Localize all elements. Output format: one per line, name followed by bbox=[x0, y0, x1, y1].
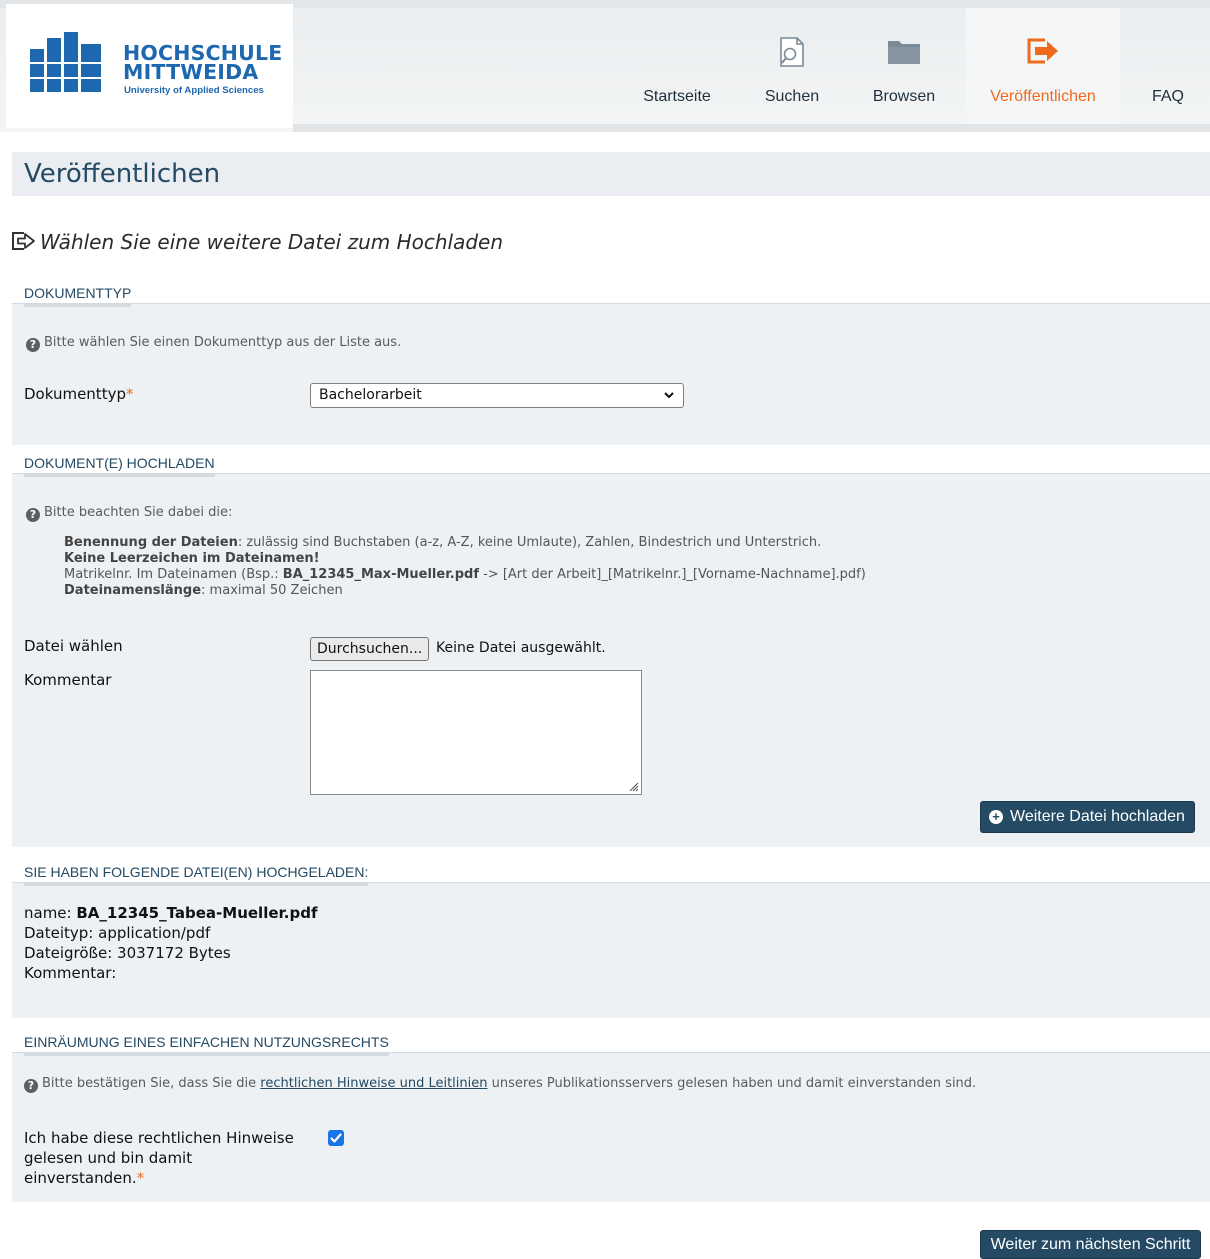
required-marker: * bbox=[136, 1169, 145, 1187]
uploaded-type-line: Dateityp: application/pdf bbox=[24, 924, 211, 942]
agree-label-text: Ich habe diese rechtlichen Hinweise gele… bbox=[24, 1129, 294, 1187]
agree-label: Ich habe diese rechtlichen Hinweise gele… bbox=[24, 1128, 294, 1188]
doctype-section: DOKUMENTTYP ? Bitte wählen Sie einen Doku… bbox=[12, 283, 1210, 445]
nav-label: Startseite bbox=[643, 88, 711, 105]
chevron-down-icon bbox=[664, 392, 674, 399]
doctype-help: ? Bitte wählen Sie einen Dokumenttyp aus … bbox=[26, 335, 401, 352]
search-document-icon bbox=[780, 37, 804, 67]
filename-rules: Benennung der Dateien: zulässig sind Buc… bbox=[64, 535, 866, 599]
doctype-label: Dokumenttyp* bbox=[24, 385, 133, 403]
upload-help: ? Bitte beachten Sie dabei die: bbox=[26, 505, 232, 522]
resize-grip-icon[interactable] bbox=[627, 780, 639, 792]
help-icon: ? bbox=[24, 1079, 38, 1093]
legend-row: DOKUMENT(E) HOCHLADEN bbox=[12, 453, 1210, 477]
nav-label: Veröffentlichen bbox=[990, 88, 1096, 105]
rule-matrikel: Matrikelnr. Im Dateinamen (Bsp.: BA_1234… bbox=[64, 567, 866, 583]
nav-veroeffentlichen[interactable]: Veröffentlichen bbox=[966, 8, 1120, 124]
nav-faq[interactable]: FAQ bbox=[1132, 8, 1204, 124]
doctype-select[interactable]: Bachelorarbeit bbox=[310, 383, 684, 408]
uploaded-file-info: name: BA_12345_Tabea-Mueller.pdf Dateity… bbox=[24, 903, 317, 983]
uploaded-legend: SIE HABEN FOLGENDE DATEI(EN) HOCHGELADEN… bbox=[24, 864, 369, 886]
nav-label: Suchen bbox=[764, 88, 820, 105]
doctype-legend: DOKUMENTTYP bbox=[24, 285, 132, 307]
nav-label: Browsen bbox=[872, 88, 936, 105]
upload-arrow-icon bbox=[12, 232, 35, 250]
rights-help: ? Bitte bestätigen Sie, dass Sie die rech… bbox=[24, 1076, 976, 1093]
rule-no-spaces: Keine Leerzeichen im Dateinamen! bbox=[64, 551, 866, 567]
plus-circle-icon: + bbox=[989, 810, 1003, 824]
browse-button[interactable]: Durchsuchen... bbox=[310, 637, 430, 661]
nav-startseite[interactable]: Startseite bbox=[625, 8, 729, 124]
rule-naming: Benennung der Dateien: zulässig sind Buc… bbox=[64, 535, 866, 551]
doctype-label-text: Dokumenttyp bbox=[24, 385, 126, 403]
rule-naming-text: : zulässig sind Buchstaben (a-z, A-Z, ke… bbox=[237, 535, 822, 550]
uploaded-name-value: BA_12345_Tabea-Mueller.pdf bbox=[76, 904, 318, 922]
next-step-button[interactable]: Weiter zum nächsten Schritt bbox=[980, 1230, 1201, 1259]
required-marker: * bbox=[125, 385, 134, 403]
logo-title: HOCHSCHULE MITTWEIDA bbox=[123, 41, 283, 84]
rule-length: Dateinamenslänge: maximal 50 Zeichen bbox=[64, 583, 866, 599]
rights-help-prefix: Bitte bestätigen Sie, dass Sie die bbox=[42, 1076, 261, 1091]
legend-row: DOKUMENTTYP bbox=[12, 283, 1210, 307]
upload-legend: DOKUMENT(E) HOCHLADEN bbox=[24, 455, 215, 477]
legend-row: EINRÄUMUNG EINES EINFACHEN NUTZUNGSRECHT… bbox=[12, 1032, 1210, 1056]
header-bottom-strip bbox=[293, 124, 1210, 132]
legal-notes-link[interactable]: rechtlichen Hinweise und Leitlinien bbox=[260, 1076, 487, 1091]
file-label: Datei wählen bbox=[24, 637, 123, 655]
help-icon: ? bbox=[26, 338, 40, 352]
folder-icon bbox=[888, 41, 920, 64]
add-file-label: Weitere Datei hochladen bbox=[1010, 808, 1185, 825]
nav-suchen[interactable]: Suchen bbox=[740, 8, 844, 124]
rule-naming-bold: Benennung der Dateien bbox=[64, 535, 238, 550]
rule-no-spaces-bold: Keine Leerzeichen im Dateinamen! bbox=[64, 551, 320, 566]
checkmark-icon bbox=[330, 1133, 342, 1143]
rule-matrikel-prefix: Matrikelnr. Im Dateinamen (Bsp.: bbox=[64, 567, 283, 582]
rule-matrikel-example: BA_12345_Max-Mueller.pdf bbox=[282, 567, 479, 582]
rule-length-bold: Dateinamenslänge bbox=[64, 583, 202, 598]
comment-textarea[interactable] bbox=[310, 670, 642, 795]
doctype-help-text: Bitte wählen Sie einen Dokumenttyp aus d… bbox=[44, 335, 402, 350]
uploaded-size-line: Dateigröße: 3037172 Bytes bbox=[24, 944, 231, 962]
rights-help-suffix: unseres Publikationsservers gelesen habe… bbox=[487, 1076, 977, 1091]
page-subtitle: Wählen Sie eine weitere Datei zum Hochla… bbox=[10, 230, 503, 254]
uploaded-name-label: name: bbox=[24, 904, 72, 922]
comment-label: Kommentar bbox=[24, 671, 112, 689]
rule-length-text: : maximal 50 Zeichen bbox=[201, 583, 343, 598]
upload-help-text: Bitte beachten Sie dabei die: bbox=[44, 505, 233, 520]
uploaded-name-line: name: BA_12345_Tabea-Mueller.pdf bbox=[24, 903, 317, 923]
subtitle-text: Wählen Sie eine weitere Datei zum Hochla… bbox=[40, 230, 504, 254]
nav-browsen[interactable]: Browsen bbox=[852, 8, 956, 124]
logo-subtitle: University of Applied Sciences bbox=[124, 85, 264, 96]
site-logo[interactable]: HOCHSCHULE MITTWEIDA University of Appli… bbox=[6, 4, 293, 128]
uploaded-comment-line: Kommentar: bbox=[24, 964, 117, 982]
rights-legend: EINRÄUMUNG EINES EINFACHEN NUTZUNGSRECHT… bbox=[24, 1034, 389, 1056]
legend-row: SIE HABEN FOLGENDE DATEI(EN) HOCHGELADEN… bbox=[12, 862, 1210, 886]
doctype-selected-value: Bachelorarbeit bbox=[319, 387, 422, 403]
logo-mark-icon bbox=[30, 32, 101, 92]
nav-label: FAQ bbox=[1151, 88, 1184, 105]
file-status: Keine Datei ausgewählt. bbox=[436, 640, 606, 656]
page-title: Veröffentlichen bbox=[24, 159, 221, 189]
rule-matrikel-suffix: -> [Art der Arbeit]_[Matrikelnr.]_[Vorna… bbox=[478, 567, 866, 582]
page-title-bar: Veröffentlichen bbox=[12, 152, 1210, 196]
agree-checkbox[interactable] bbox=[328, 1130, 344, 1146]
add-file-button[interactable]: + Weitere Datei hochladen bbox=[980, 801, 1195, 833]
publish-arrow-icon bbox=[1027, 38, 1058, 64]
help-icon: ? bbox=[26, 508, 40, 522]
